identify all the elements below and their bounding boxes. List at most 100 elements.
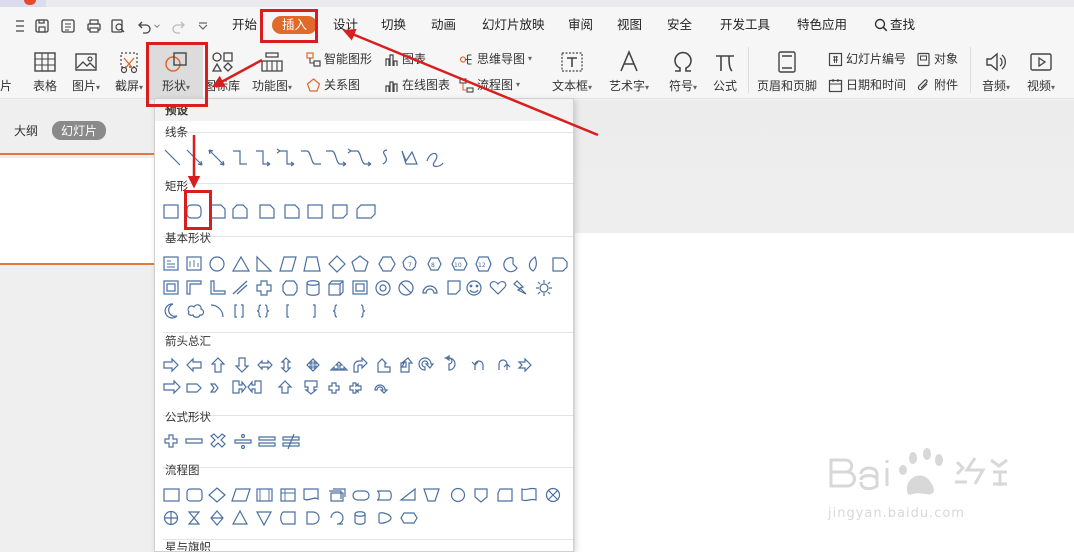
picture-icon <box>66 48 106 76</box>
caret-icon: ▾ <box>1006 83 1011 92</box>
online-chart-icon <box>385 80 398 92</box>
tab-slides[interactable]: 幻灯片 <box>52 121 107 140</box>
export-pdf-icon[interactable] <box>58 16 78 36</box>
window-title-strip <box>0 0 1074 7</box>
screenshot-label: 截屏 <box>114 79 139 93</box>
shapes-dropdown: 预设 线条 矩形 基本形状 7 8 10 12 箭头总汇 公式形状 流程图 星与… <box>154 98 574 552</box>
table-icon <box>30 48 60 76</box>
svg-text:10: 10 <box>454 262 462 269</box>
online-chart-button[interactable]: 在线图表 <box>384 77 450 93</box>
caret-icon: ▾ <box>516 80 521 89</box>
slide-number-label: 幻灯片编号 <box>846 52 907 66</box>
document-tab[interactable] <box>0 0 46 7</box>
slide-number-icon <box>828 52 843 66</box>
slide-thumbnail[interactable] <box>0 158 155 265</box>
screenshot-button[interactable]: 截屏▾ <box>111 48 147 96</box>
icon-library-icon <box>204 48 240 76</box>
date-time-button[interactable]: 日期和时间 <box>828 77 906 93</box>
section-divider <box>163 236 573 237</box>
tab-special-apps[interactable]: 特色应用 <box>797 17 847 33</box>
icon-library-button[interactable]: 图标库 <box>204 48 240 94</box>
video-button[interactable]: 视频▾ <box>1022 48 1060 96</box>
picture-button[interactable]: 图片▾ <box>66 48 106 96</box>
ribbon-edge-label: 片 <box>0 79 13 93</box>
tab-view[interactable]: 视图 <box>617 17 642 33</box>
relation-chart-button[interactable]: 关系图 <box>306 77 360 93</box>
pi-icon <box>709 48 741 76</box>
video-label: 视频 <box>1026 79 1051 93</box>
svg-text:12: 12 <box>478 262 486 269</box>
svg-text:7: 7 <box>408 262 412 269</box>
basic-shapes-title: 基本形状 <box>165 231 211 245</box>
annotation-box-rounded-rect <box>184 190 212 230</box>
search-label[interactable]: 查找 <box>890 17 915 33</box>
chart-label: 图表 <box>402 52 427 66</box>
equation-shapes-title: 公式形状 <box>165 410 211 424</box>
caret-icon: ▾ <box>139 83 144 92</box>
basic-shapes-grid[interactable]: 7 8 10 12 <box>161 254 571 324</box>
redo-icon[interactable] <box>168 16 188 36</box>
formula-button[interactable]: 公式 <box>709 48 741 94</box>
caret-icon: ▾ <box>645 83 650 92</box>
tab-security[interactable]: 安全 <box>667 17 692 33</box>
slide-number-button[interactable]: 幻灯片编号 <box>828 51 906 67</box>
tab-transitions[interactable]: 切换 <box>381 17 406 33</box>
tab-review[interactable]: 审阅 <box>568 17 593 33</box>
lines-row[interactable] <box>161 147 451 169</box>
section-divider <box>163 183 573 184</box>
caret-icon: ▾ <box>528 54 533 63</box>
menu-toggle-icon[interactable] <box>10 16 30 36</box>
smart-art-button[interactable]: 智能图形 <box>306 51 372 67</box>
function-chart-button[interactable]: 功能图▾ <box>249 48 295 96</box>
tab-outline[interactable]: 大纲 <box>14 122 38 139</box>
omega-icon <box>664 48 702 76</box>
textbox-button[interactable]: 文本框▾ <box>547 48 597 96</box>
audio-label: 音频 <box>981 79 1006 93</box>
print-icon[interactable] <box>84 16 104 36</box>
section-divider <box>163 332 573 333</box>
caret-icon: ▾ <box>96 83 101 92</box>
svg-text:8: 8 <box>431 262 435 269</box>
stars-banners-title: 星与旗帜 <box>165 540 211 552</box>
video-icon <box>1022 48 1060 76</box>
smart-art-icon <box>306 51 321 67</box>
tab-slideshow[interactable]: 幻灯片放映 <box>482 17 545 33</box>
customize-toolbar-icon[interactable] <box>193 16 213 36</box>
equation-shapes-row[interactable] <box>161 431 321 453</box>
tab-home[interactable]: 开始 <box>232 17 257 33</box>
formula-label: 公式 <box>712 79 737 93</box>
panel-divider <box>0 153 155 155</box>
mind-map-label: 思维导图 <box>477 52 526 66</box>
header-footer-button[interactable]: 页眉和页脚 <box>754 48 820 94</box>
search-icon[interactable] <box>874 18 888 32</box>
undo-dropdown-icon[interactable] <box>152 16 162 36</box>
mind-map-icon <box>459 53 472 65</box>
attachment-button[interactable]: 附件 <box>916 77 958 93</box>
speaker-icon <box>978 48 1014 76</box>
preset-header <box>155 99 573 121</box>
symbol-label: 符号 <box>668 79 693 93</box>
lines-title: 线条 <box>165 125 188 139</box>
object-button[interactable]: 对象 <box>916 51 958 67</box>
symbol-button[interactable]: 符号▾ <box>664 48 702 96</box>
print-preview-icon[interactable] <box>108 16 128 36</box>
tab-design[interactable]: 设计 <box>333 17 358 33</box>
calendar-icon <box>828 78 843 92</box>
relation-chart-icon <box>306 77 321 92</box>
section-divider <box>163 415 573 416</box>
chart-button[interactable]: 图表 <box>384 51 426 67</box>
mind-map-button[interactable]: 思维导图 ▾ <box>459 51 532 67</box>
section-divider <box>163 132 573 133</box>
watermark-url: jingyan.baidu.com <box>828 506 965 521</box>
tab-animations[interactable]: 动画 <box>431 17 456 33</box>
arrows-grid[interactable] <box>161 354 571 401</box>
tab-developer[interactable]: 开发工具 <box>720 17 770 33</box>
wordart-button[interactable]: 艺术字▾ <box>604 48 654 96</box>
flowchart-grid[interactable] <box>161 485 571 531</box>
smart-art-label: 智能图形 <box>324 52 373 66</box>
audio-button[interactable]: 音频▾ <box>978 48 1014 96</box>
caret-icon: ▾ <box>288 83 293 92</box>
flowchart-button[interactable]: 流程图 ▾ <box>459 77 520 93</box>
save-icon[interactable] <box>32 16 52 36</box>
table-button[interactable]: 表格 <box>30 48 60 94</box>
